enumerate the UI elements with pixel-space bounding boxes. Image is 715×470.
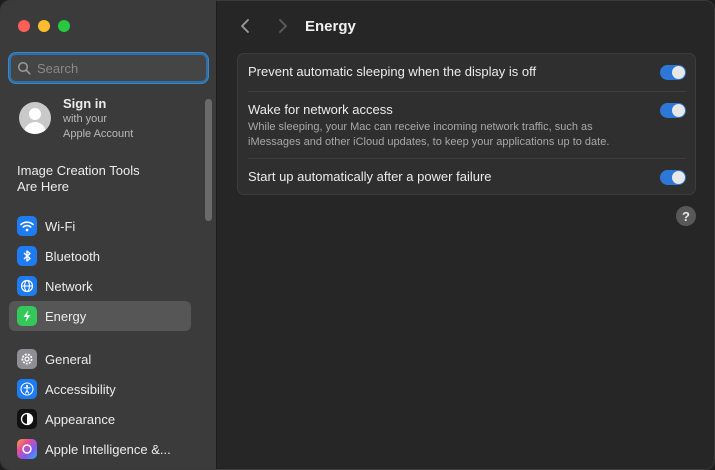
sidebar-item-label: Energy <box>45 308 87 324</box>
search-icon <box>17 61 31 75</box>
setting-title: Start up automatically after a power fai… <box>248 169 492 184</box>
setting-row-prevent-sleep: Prevent automatic sleeping when the disp… <box>248 64 686 79</box>
search-field[interactable] <box>9 53 208 83</box>
wake-network-toggle[interactable] <box>660 103 686 118</box>
appearance-icon <box>17 409 37 429</box>
setting-row-wake-network: Wake for network access While sleeping, … <box>248 102 686 150</box>
sidebar-item-general[interactable]: General <box>9 344 191 374</box>
toolbar: Energy <box>217 1 714 53</box>
help-button[interactable]: ? <box>676 206 696 226</box>
search-input[interactable] <box>37 60 197 76</box>
sidebar-item-label: Appearance <box>45 411 116 427</box>
account-subtitle-line2: Apple Account <box>63 128 134 140</box>
avatar <box>19 102 51 134</box>
divider <box>248 91 686 92</box>
bolt-icon <box>17 306 37 326</box>
sidebar-item-appearance[interactable]: Appearance <box>9 404 191 434</box>
sidebar-item-network[interactable]: Network <box>9 271 191 301</box>
bluetooth-icon <box>17 246 37 266</box>
sidebar-item-bluetooth[interactable]: Bluetooth <box>9 241 191 271</box>
sidebar-item-accessibility[interactable]: Accessibility <box>9 374 191 404</box>
setting-title: Wake for network access <box>248 102 393 117</box>
setting-description: While sleeping, your Mac can receive inc… <box>248 121 610 148</box>
account-subtitle-line1: with your <box>63 113 108 125</box>
divider <box>248 158 686 159</box>
sidebar-item-apple-intelligence[interactable]: Apple Intelligence &... <box>9 434 191 464</box>
promo-line2: Are Here <box>17 179 70 194</box>
page-title: Energy <box>305 18 356 35</box>
main-pane: Energy Prevent automatic sleeping when t… <box>217 1 714 469</box>
promo-line1: Image Creation Tools <box>17 163 140 178</box>
accessibility-icon <box>17 379 37 399</box>
window-controls <box>18 20 70 32</box>
chevron-right-icon <box>279 19 287 33</box>
wifi-icon <box>17 216 37 236</box>
sidebar-item-label: Accessibility <box>45 381 116 397</box>
sidebar-item-label: Network <box>45 278 93 294</box>
close-window-button[interactable] <box>18 20 30 32</box>
sidebar-item-energy[interactable]: Energy <box>9 301 191 331</box>
forward-button[interactable] <box>273 17 291 35</box>
account-title: Sign in <box>63 96 107 111</box>
sidebar-item-label: General <box>45 351 92 367</box>
zoom-window-button[interactable] <box>58 20 70 32</box>
sidebar: Sign in with your Apple Account Image Cr… <box>1 1 217 469</box>
sidebar-item-label: Apple Intelligence &... <box>45 441 171 457</box>
sidebar-item-label: Bluetooth <box>45 248 100 264</box>
promo-banner[interactable]: Image Creation Tools Are Here <box>17 163 197 195</box>
gear-icon <box>17 349 37 369</box>
chevron-left-icon <box>241 19 249 33</box>
sidebar-scrollbar[interactable] <box>205 99 212 221</box>
sidebar-item-label: Wi-Fi <box>45 218 76 234</box>
minimize-window-button[interactable] <box>38 20 50 32</box>
apple-intelligence-icon <box>17 439 37 459</box>
setting-title: Prevent automatic sleeping when the disp… <box>248 64 537 79</box>
setting-row-power-failure: Start up automatically after a power fai… <box>248 169 686 184</box>
account-signin[interactable]: Sign in with your Apple Account <box>19 96 133 142</box>
power-failure-toggle[interactable] <box>660 170 686 185</box>
back-button[interactable] <box>237 17 255 35</box>
energy-settings-group: Prevent automatic sleeping when the disp… <box>237 53 696 195</box>
settings-window: Sign in with your Apple Account Image Cr… <box>0 0 715 470</box>
sidebar-item-wifi[interactable]: Wi-Fi <box>9 211 191 241</box>
globe-icon <box>17 276 37 296</box>
prevent-sleep-toggle[interactable] <box>660 65 686 80</box>
